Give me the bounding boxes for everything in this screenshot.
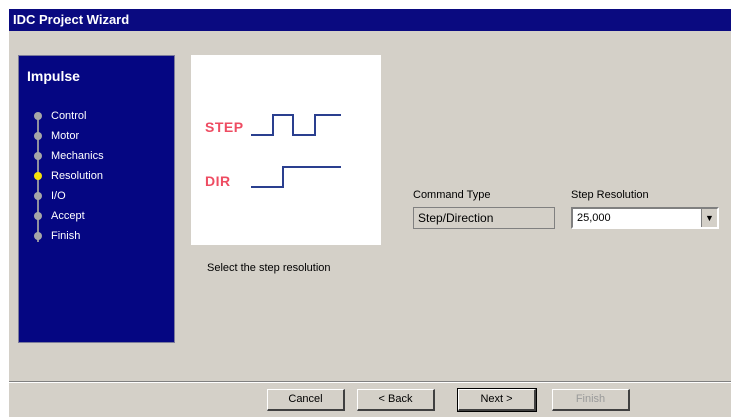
step-label: Resolution: [51, 170, 103, 182]
step-waveform: [251, 114, 341, 136]
step-dot-icon: [34, 152, 42, 160]
next-button[interactable]: Next >: [457, 388, 537, 412]
cancel-button[interactable]: Cancel: [267, 389, 345, 411]
chevron-down-icon[interactable]: ▼: [701, 209, 717, 227]
step-dot-icon: [34, 132, 42, 140]
step-label: I/O: [51, 190, 66, 202]
sidebar-step-resolution: Resolution: [33, 168, 163, 184]
step-label: Accept: [51, 210, 85, 222]
command-type-field: Step/Direction: [413, 207, 555, 229]
step-resolution-value: 25,000: [577, 212, 611, 224]
finish-button[interactable]: Finish: [552, 389, 630, 411]
window-title: IDC Project Wizard: [9, 9, 731, 31]
step-resolution-select[interactable]: 25,000 ▼: [571, 207, 719, 229]
step-dot-icon: [34, 232, 42, 240]
signal-waveform-icon: [251, 114, 341, 188]
sidebar-step-mechanics: Mechanics: [33, 148, 163, 164]
step-resolution-label: Step Resolution: [571, 189, 649, 201]
step-dir-illustration: STEP DIR: [191, 55, 381, 245]
wizard-sidebar: Impulse Control Motor Mechanics Resoluti…: [18, 55, 175, 343]
dir-waveform: [251, 166, 341, 188]
step-label: Control: [51, 110, 87, 122]
sidebar-title: Impulse: [27, 68, 80, 84]
step-label: Mechanics: [51, 150, 104, 162]
wizard-window: IDC Project Wizard Impulse Control Motor…: [8, 8, 731, 417]
sidebar-step-motor: Motor: [33, 128, 163, 144]
sidebar-step-control: Control: [33, 108, 163, 124]
sidebar-step-accept: Accept: [33, 208, 163, 224]
back-button[interactable]: < Back: [357, 389, 435, 411]
instruction-text: Select the step resolution: [207, 262, 331, 274]
step-dot-active-icon: [34, 172, 42, 180]
sidebar-step-io: I/O: [33, 188, 163, 204]
step-dot-icon: [34, 112, 42, 120]
sidebar-step-finish: Finish: [33, 228, 163, 244]
step-dot-icon: [34, 212, 42, 220]
step-label: Finish: [51, 230, 81, 242]
button-separator: [9, 381, 731, 383]
step-label: Motor: [51, 130, 80, 142]
command-type-label: Command Type: [413, 189, 491, 201]
step-dot-icon: [34, 192, 42, 200]
